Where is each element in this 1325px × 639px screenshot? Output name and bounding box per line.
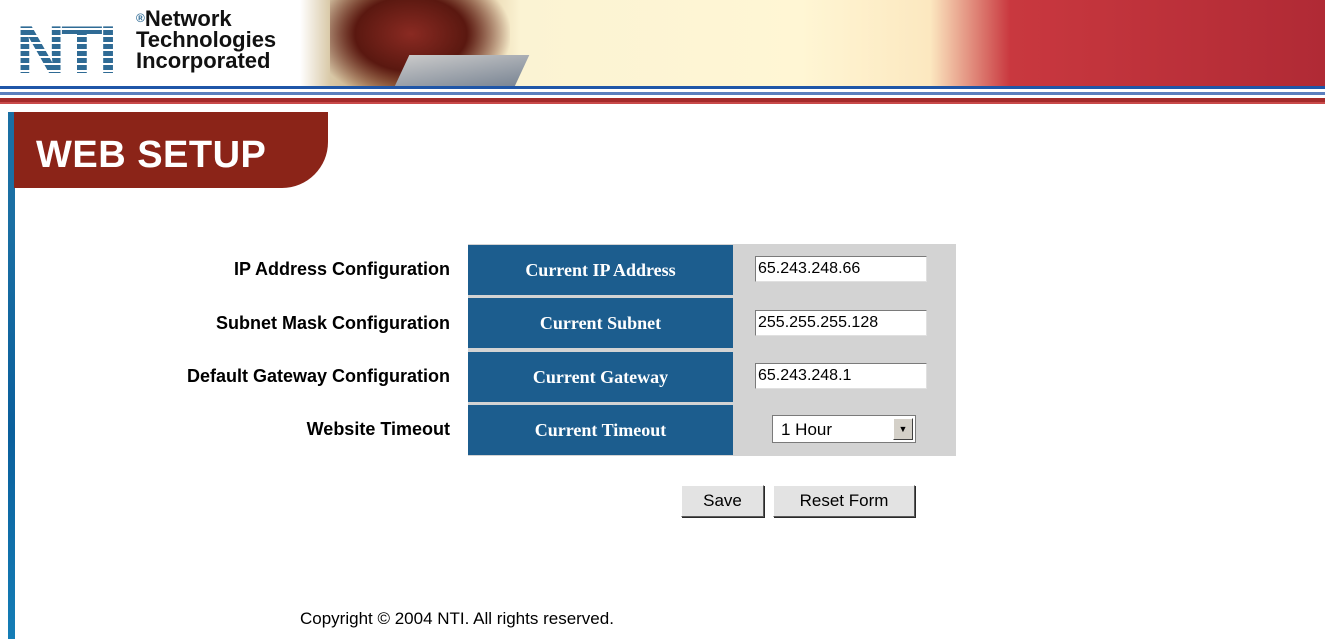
ip-address-input[interactable]: [755, 256, 927, 282]
title-tab: WEB SETUP: [14, 112, 328, 188]
save-button[interactable]: Save: [681, 485, 764, 517]
banner-graphic-keyboard: [390, 55, 530, 86]
company-name-line3: Incorporated: [136, 48, 271, 73]
timeout-selected-value: 1 Hour: [781, 420, 833, 439]
timeout-select[interactable]: 1 Hour ▼: [772, 415, 916, 443]
current-ip-address-header: Current IP Address: [468, 245, 733, 295]
current-subnet-header: Current Subnet: [468, 298, 733, 348]
current-gateway-header: Current Gateway: [468, 352, 733, 402]
subnet-mask-input[interactable]: [755, 310, 927, 336]
current-timeout-header: Current Timeout: [468, 405, 733, 455]
registered-mark: ®: [136, 11, 145, 25]
page-title: WEB SETUP: [36, 134, 267, 176]
copyright-text: Copyright © 2004 NTI. All rights reserve…: [300, 609, 614, 628]
website-timeout-label: Website Timeout: [306, 419, 450, 439]
reset-form-button[interactable]: Reset Form: [773, 485, 915, 517]
logo-letters: NTI: [16, 12, 118, 86]
ip-address-config-label: IP Address Configuration: [233, 259, 450, 279]
header-stripes: [0, 86, 1325, 114]
header-banner: NTI ®Network Technologies Incorporated: [0, 0, 1325, 86]
default-gateway-config-label: Default Gateway Configuration: [186, 366, 450, 386]
default-gateway-input[interactable]: [755, 363, 927, 389]
company-name: ®Network Technologies Incorporated: [136, 8, 276, 73]
left-accent-bar: [8, 112, 15, 639]
nti-logo: NTI: [6, 6, 140, 84]
subnet-mask-config-label: Subnet Mask Configuration: [216, 313, 450, 333]
dropdown-arrow-icon[interactable]: ▼: [893, 418, 913, 440]
